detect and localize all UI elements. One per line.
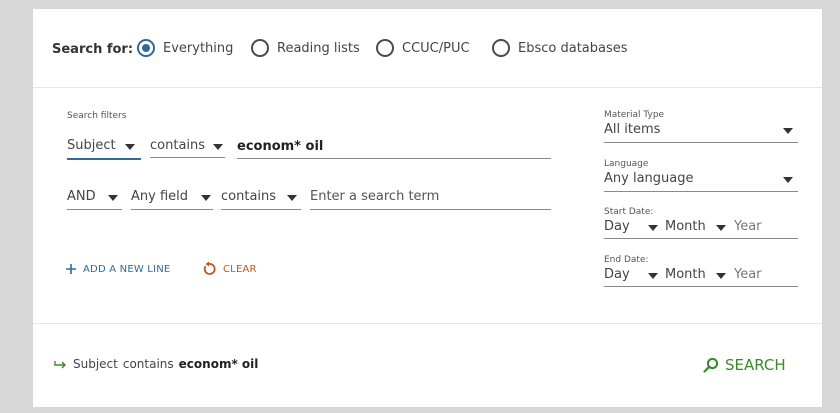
radio-label: Everything	[163, 40, 234, 56]
query-summary: Subject contains econom* oil	[54, 357, 258, 371]
plus-icon	[66, 264, 76, 274]
line2-input-underline	[310, 209, 551, 210]
summary-value: econom* oil	[178, 357, 259, 371]
clear-button[interactable]: CLEAR	[201, 261, 257, 277]
radio-ebsco-databases[interactable]: Ebsco databases	[492, 39, 628, 57]
radio-everything[interactable]: Everything	[137, 39, 233, 57]
line1-field-select[interactable]: Subject	[67, 138, 116, 153]
divider	[33, 323, 822, 324]
radio-label: CCUC/PUC	[402, 40, 470, 56]
add-new-line-button[interactable]: ADD A NEW LINE	[65, 263, 170, 275]
radio-label: Reading lists	[277, 40, 360, 56]
arrow-right-icon	[54, 361, 66, 369]
end-month-select[interactable]: Month	[665, 267, 706, 282]
line1-search-input[interactable]: econom* oil	[237, 139, 323, 154]
radio-unchecked-icon	[376, 39, 394, 57]
material-type-label: Material Type	[604, 110, 665, 120]
chevron-down-icon	[201, 195, 211, 201]
start-day-select[interactable]: Day	[604, 219, 630, 234]
end-day-select[interactable]: Day	[604, 267, 630, 282]
line1-input-underline	[237, 158, 551, 159]
chevron-down-icon	[125, 144, 135, 150]
add-new-line-label: ADD A NEW LINE	[83, 263, 171, 275]
search-for-label: Search for:	[52, 42, 134, 57]
start-date-label: Start Date:	[604, 207, 654, 217]
line1-operator-underline	[150, 157, 225, 158]
start-month-select[interactable]: Month	[665, 219, 706, 234]
line1-operator-select[interactable]: contains	[150, 138, 205, 153]
clear-label: CLEAR	[223, 263, 257, 275]
start-year-input[interactable]: Year	[734, 219, 762, 234]
chevron-down-icon	[716, 273, 726, 279]
radio-label: Ebsco databases	[518, 40, 628, 56]
chevron-down-icon	[783, 177, 793, 183]
line2-field-underline	[131, 209, 213, 210]
search-filters-heading: Search filters	[67, 111, 127, 121]
radio-checked-icon	[137, 39, 155, 57]
material-type-underline	[604, 142, 798, 143]
radio-reading-lists[interactable]: Reading lists	[251, 39, 360, 57]
chevron-down-icon	[783, 128, 793, 134]
line2-operator-underline	[221, 209, 301, 210]
advanced-search-panel: Search for: Everything Reading lists CCU…	[33, 9, 822, 407]
radio-unchecked-icon	[251, 39, 269, 57]
search-icon	[703, 357, 719, 373]
line2-field-select[interactable]: Any field	[131, 189, 188, 204]
chevron-down-icon	[108, 195, 118, 201]
search-button-label: SEARCH	[725, 356, 786, 374]
material-type-select[interactable]: All items	[604, 122, 660, 137]
language-select[interactable]: Any language	[604, 171, 693, 186]
line1-field-underline	[67, 158, 141, 160]
end-year-input[interactable]: Year	[734, 267, 762, 282]
chevron-down-icon	[648, 225, 658, 231]
line2-search-input[interactable]: Enter a search term	[310, 189, 439, 204]
reset-icon	[203, 261, 216, 275]
end-date-underline	[604, 286, 798, 287]
start-date-underline	[604, 238, 798, 239]
language-label: Language	[604, 159, 649, 169]
summary-field: Subject	[73, 357, 118, 371]
language-underline	[604, 191, 798, 192]
radio-ccuc-puc[interactable]: CCUC/PUC	[376, 39, 470, 57]
line2-boolean-underline	[67, 209, 122, 210]
radio-unchecked-icon	[492, 39, 510, 57]
summary-operator: contains	[122, 357, 174, 371]
chevron-down-icon	[213, 144, 223, 150]
chevron-down-icon	[648, 273, 658, 279]
line2-operator-select[interactable]: contains	[221, 189, 276, 204]
chevron-down-icon	[716, 225, 726, 231]
divider	[33, 87, 822, 88]
end-date-label: End Date:	[604, 255, 649, 265]
search-button[interactable]: SEARCH	[703, 356, 786, 374]
line2-boolean-select[interactable]: AND	[67, 189, 96, 204]
chevron-down-icon	[287, 195, 297, 201]
